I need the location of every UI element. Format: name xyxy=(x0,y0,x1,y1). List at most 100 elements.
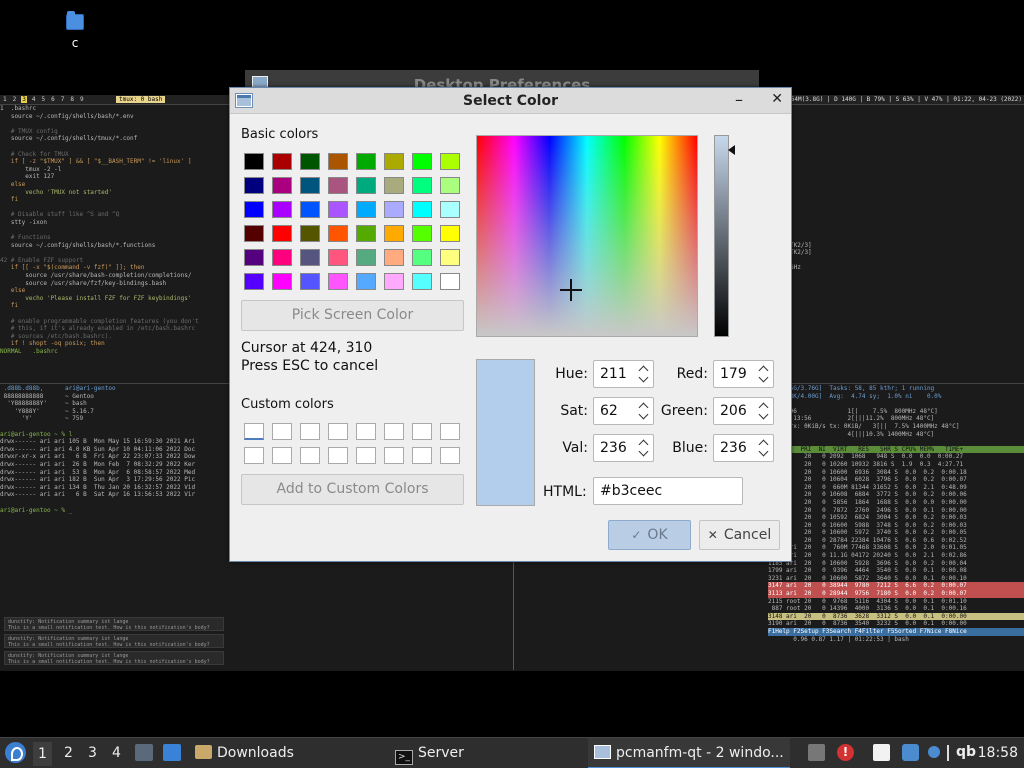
tmux-tab[interactable]: 2 xyxy=(12,96,18,103)
color-swatch[interactable] xyxy=(384,249,404,266)
color-swatch[interactable] xyxy=(356,153,376,170)
color-swatch[interactable] xyxy=(356,201,376,218)
val-spinbox[interactable]: 236 xyxy=(593,434,654,462)
qbittorrent-tray-icon[interactable]: qb xyxy=(956,744,976,760)
spin-up-icon[interactable] xyxy=(639,365,649,373)
color-swatch[interactable] xyxy=(244,249,264,266)
color-swatch[interactable] xyxy=(356,225,376,242)
workspace-2[interactable]: 2 xyxy=(64,745,73,761)
alert-tray-icon[interactable]: ! xyxy=(837,744,854,761)
notification[interactable]: dunstify: Notification summary ist lange… xyxy=(4,634,224,648)
color-swatch[interactable] xyxy=(412,249,432,266)
spin-down-icon[interactable] xyxy=(759,450,769,458)
color-swatch[interactable] xyxy=(328,201,348,218)
update-tray-icon[interactable] xyxy=(928,746,940,758)
custom-color-cell[interactable] xyxy=(440,423,460,440)
start-menu-icon[interactable] xyxy=(5,742,26,763)
spin-down-icon[interactable] xyxy=(759,413,769,421)
tmux-tab[interactable]: 3 xyxy=(21,96,27,103)
close-icon[interactable]: ✕ xyxy=(771,91,783,107)
volume-tray-icon[interactable] xyxy=(944,743,956,763)
tmux-tab[interactable]: 7 xyxy=(60,96,66,103)
color-swatch[interactable] xyxy=(384,153,404,170)
workspace-1[interactable]: 1 xyxy=(33,742,52,766)
color-swatch[interactable] xyxy=(328,153,348,170)
task-pcmanfm[interactable]: pcmanfm-qt - 2 windo... xyxy=(588,738,790,768)
custom-color-cell[interactable] xyxy=(300,423,320,440)
spin-down-icon[interactable] xyxy=(639,376,649,384)
custom-color-cell[interactable] xyxy=(440,447,460,464)
spin-up-icon[interactable] xyxy=(639,439,649,447)
color-swatch[interactable] xyxy=(244,177,264,194)
color-swatch[interactable] xyxy=(356,177,376,194)
color-spectrum[interactable] xyxy=(476,135,698,337)
custom-color-cell[interactable] xyxy=(356,423,376,440)
red-spinbox[interactable]: 179 xyxy=(713,360,774,388)
shell-pane[interactable]: .d88b.d88b, ari@ari-gentoo 88888888888 ~… xyxy=(0,385,228,515)
color-swatch[interactable] xyxy=(384,177,404,194)
dialog-titlebar[interactable]: Select Color – ✕ xyxy=(230,88,791,114)
task-server[interactable]: >_ Server xyxy=(395,738,464,768)
custom-color-cell[interactable] xyxy=(300,447,320,464)
custom-color-cell[interactable] xyxy=(356,447,376,464)
color-swatch[interactable] xyxy=(244,225,264,242)
htop-pane[interactable]: |||1.05G/3.76G] Tasks: 58, 85 kthr; 1 ru… xyxy=(768,385,1024,670)
workspace-3[interactable]: 3 xyxy=(88,745,97,761)
clipboard-tray-icon[interactable] xyxy=(808,744,825,761)
custom-color-cell[interactable] xyxy=(412,423,432,440)
cancel-button[interactable]: ✕ Cancel xyxy=(699,520,780,550)
color-swatch[interactable] xyxy=(272,153,292,170)
html-color-input[interactable]: #b3ceec xyxy=(593,477,743,505)
tmux-tab[interactable]: 9 xyxy=(79,96,85,103)
workspace-4[interactable]: 4 xyxy=(112,745,121,761)
tmux-tab[interactable]: 6 xyxy=(50,96,56,103)
color-swatch[interactable] xyxy=(412,153,432,170)
spin-up-icon[interactable] xyxy=(759,365,769,373)
spin-down-icon[interactable] xyxy=(639,450,649,458)
color-swatch[interactable] xyxy=(244,273,264,290)
color-swatch[interactable] xyxy=(440,153,460,170)
color-swatch[interactable] xyxy=(272,177,292,194)
color-swatch[interactable] xyxy=(272,225,292,242)
color-swatch[interactable] xyxy=(272,249,292,266)
pick-screen-color-button[interactable]: Pick Screen Color xyxy=(241,300,464,331)
custom-color-cell[interactable] xyxy=(328,447,348,464)
custom-color-cell[interactable] xyxy=(384,447,404,464)
color-swatch[interactable] xyxy=(440,249,460,266)
color-swatch[interactable] xyxy=(300,201,320,218)
custom-color-cell[interactable] xyxy=(384,423,404,440)
tmux-tab[interactable]: 5 xyxy=(41,96,47,103)
color-swatch[interactable] xyxy=(440,225,460,242)
spin-down-icon[interactable] xyxy=(639,413,649,421)
sat-spinbox[interactable]: 62 xyxy=(593,397,654,425)
editor-pane[interactable]: 1 .bashrc source ~/.config/shells/bash/*… xyxy=(0,105,228,383)
color-swatch[interactable] xyxy=(328,273,348,290)
color-swatch[interactable] xyxy=(440,177,460,194)
color-swatch[interactable] xyxy=(328,177,348,194)
minimize-icon[interactable]: – xyxy=(735,90,743,109)
desktop-folder-c[interactable]: c xyxy=(55,10,95,50)
add-to-custom-colors-button[interactable]: Add to Custom Colors xyxy=(241,474,464,505)
color-swatch[interactable] xyxy=(244,201,264,218)
desktop-launcher-icon[interactable] xyxy=(163,744,181,761)
hue-spinbox[interactable]: 211 xyxy=(593,360,654,388)
custom-color-cell[interactable] xyxy=(328,423,348,440)
color-swatch[interactable] xyxy=(440,201,460,218)
custom-color-cell[interactable] xyxy=(244,447,264,464)
color-swatch[interactable] xyxy=(412,225,432,242)
file-manager-launcher-icon[interactable] xyxy=(135,744,153,761)
color-swatch[interactable] xyxy=(300,153,320,170)
color-swatch[interactable] xyxy=(272,273,292,290)
color-swatch[interactable] xyxy=(356,273,376,290)
color-swatch[interactable] xyxy=(300,177,320,194)
color-swatch[interactable] xyxy=(384,273,404,290)
tmux-tab[interactable]: 8 xyxy=(69,96,75,103)
spin-up-icon[interactable] xyxy=(639,402,649,410)
notification[interactable]: dunstify: Notification summary ist lange… xyxy=(4,651,224,665)
value-slider[interactable] xyxy=(714,135,729,337)
color-swatch[interactable] xyxy=(412,201,432,218)
color-swatch[interactable] xyxy=(300,249,320,266)
slider-arrow-icon[interactable] xyxy=(728,145,735,155)
clock[interactable]: 18:58 xyxy=(978,745,1018,761)
tmux-tab[interactable]: 4 xyxy=(31,96,37,103)
